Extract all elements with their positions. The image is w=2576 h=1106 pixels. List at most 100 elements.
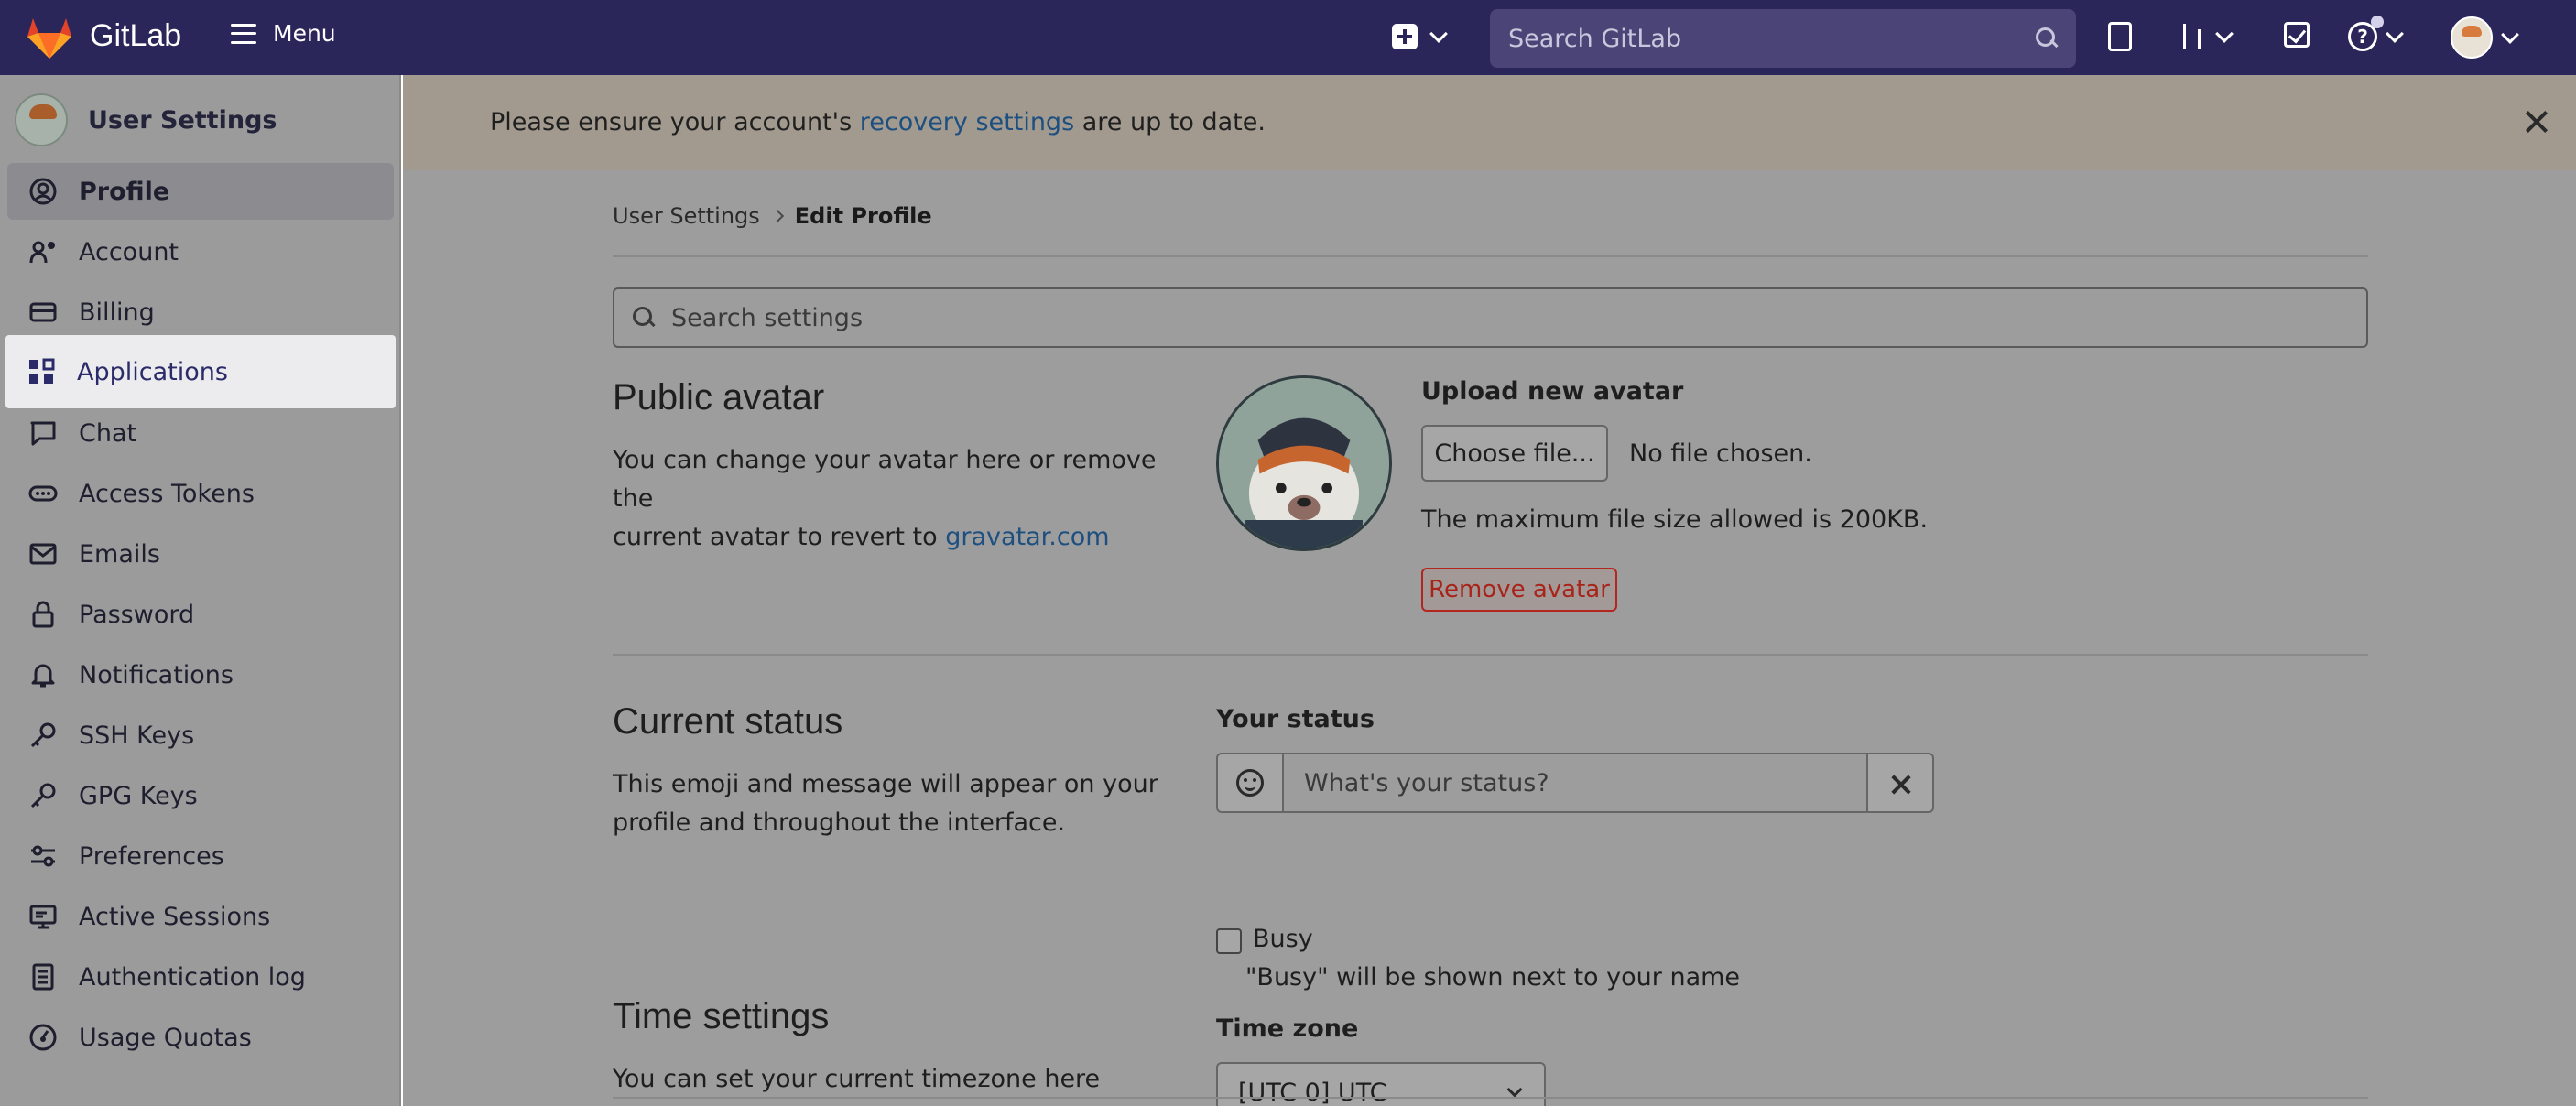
settings-search-box[interactable] xyxy=(613,287,2368,348)
chevron-down-icon xyxy=(2386,25,2404,43)
recovery-banner: Please ensure your account's recovery se… xyxy=(403,75,2576,170)
sidebar-item-label: Chat xyxy=(79,418,137,448)
global-search-box[interactable] xyxy=(1490,9,2076,68)
issues-icon xyxy=(2108,22,2132,51)
sidebar-item-billing[interactable]: Billing xyxy=(7,284,394,341)
sidebar-item-emails[interactable]: Emails xyxy=(7,526,394,582)
banner-text-after: are up to date. xyxy=(1074,108,1266,136)
todos-button[interactable] xyxy=(2284,22,2310,48)
merge-request-icon xyxy=(2179,22,2207,51)
upload-avatar-label: Upload new avatar xyxy=(1421,377,1684,406)
smiley-icon xyxy=(1236,769,1264,797)
sidebar-item-label: Account xyxy=(79,237,179,266)
avatar-section-desc: You can change your avatar here or remov… xyxy=(613,441,1180,557)
chevron-down-icon xyxy=(2215,25,2234,43)
recovery-settings-link[interactable]: recovery settings xyxy=(860,108,1074,136)
avatar-section-title: Public avatar xyxy=(613,377,825,417)
key-icon xyxy=(27,780,59,811)
menu-button[interactable]: Menu xyxy=(231,20,336,47)
gravatar-link[interactable]: gravatar.com xyxy=(945,523,1109,551)
sidebar-header[interactable]: User Settings xyxy=(15,93,277,146)
clear-status-button[interactable] xyxy=(1868,753,1934,813)
banner-text: Please ensure your account's recovery se… xyxy=(490,108,1266,136)
token-icon xyxy=(27,478,59,509)
close-icon[interactable] xyxy=(2523,108,2550,136)
sidebar-item-preferences[interactable]: Preferences xyxy=(7,828,394,884)
sidebar-avatar xyxy=(15,93,68,146)
avatar-desc-line1: You can change your avatar here or remov… xyxy=(613,446,1157,513)
sidebar-item-usage-quotas[interactable]: Usage Quotas xyxy=(7,1009,394,1066)
sidebar-item-label: Emails xyxy=(79,539,160,569)
help-button[interactable]: ? xyxy=(2348,16,2404,51)
timezone-value: [UTC 0] UTC xyxy=(1238,1078,1387,1106)
sidebar-item-ssh-keys[interactable]: SSH Keys xyxy=(7,707,394,764)
sidebar-item-label: Password xyxy=(79,600,195,629)
divider xyxy=(613,654,2368,656)
preferences-icon xyxy=(27,840,59,872)
applications-icon xyxy=(26,356,57,387)
breadcrumb-parent[interactable]: User Settings xyxy=(613,203,760,229)
sidebar-item-applications[interactable]: Applications xyxy=(5,335,396,408)
sidebar-item-active-sessions[interactable]: Active Sessions xyxy=(7,888,394,945)
plus-icon xyxy=(1392,24,1418,49)
merge-requests-button[interactable] xyxy=(2179,22,2234,51)
brand-name[interactable]: GitLab xyxy=(90,18,181,54)
sidebar-item-label: Authentication log xyxy=(79,962,306,992)
log-icon xyxy=(27,961,59,992)
status-section-title: Current status xyxy=(613,701,843,742)
search-icon xyxy=(633,307,655,329)
chevron-down-icon xyxy=(1429,25,1448,43)
sidebar-item-notifications[interactable]: Notifications xyxy=(7,646,394,703)
hamburger-icon xyxy=(231,23,256,44)
sidebar-item-authentication-log[interactable]: Authentication log xyxy=(7,949,394,1005)
sidebar-item-profile[interactable]: Profile xyxy=(7,163,394,220)
sidebar-item-gpg-keys[interactable]: GPG Keys xyxy=(7,767,394,824)
sidebar-item-account[interactable]: Account xyxy=(7,223,394,280)
breadcrumb-current: Edit Profile xyxy=(794,203,932,229)
menu-label: Menu xyxy=(273,20,336,47)
lock-icon xyxy=(27,599,59,630)
sidebar-title: User Settings xyxy=(88,105,277,135)
mail-icon xyxy=(27,538,59,569)
busy-label: Busy xyxy=(1253,925,1313,953)
busy-help-text: "Busy" will be shown next to your name xyxy=(1245,963,1741,992)
user-avatar xyxy=(2451,16,2493,59)
time-section-desc: You can set your current timezone here xyxy=(613,1065,1101,1093)
current-avatar xyxy=(1216,375,1392,551)
global-search-input[interactable] xyxy=(1508,24,2036,53)
emoji-picker-button[interactable] xyxy=(1216,753,1282,813)
time-section-title: Time settings xyxy=(613,996,830,1036)
no-file-text: No file chosen. xyxy=(1629,439,1812,468)
main-content: Please ensure your account's recovery se… xyxy=(403,75,2576,1106)
key-icon xyxy=(27,720,59,751)
remove-avatar-button[interactable]: Remove avatar xyxy=(1421,568,1617,612)
busy-checkbox[interactable] xyxy=(1216,928,1242,954)
sidebar-item-label: Billing xyxy=(79,298,155,327)
settings-search-input[interactable] xyxy=(671,303,2366,332)
settings-sidebar: User Settings Profile Account Billing Ap… xyxy=(0,75,401,1106)
account-icon xyxy=(27,236,59,267)
user-menu-button[interactable] xyxy=(2451,16,2519,59)
gitlab-logo-icon[interactable] xyxy=(26,16,73,59)
sidebar-item-label: GPG Keys xyxy=(79,781,198,810)
sidebar-item-chat[interactable]: Chat xyxy=(7,405,394,461)
status-desc-line2: profile and throughout the interface. xyxy=(613,808,1066,837)
choose-file-button[interactable]: Choose file... xyxy=(1421,425,1608,482)
status-desc-line1: This emoji and message will appear on yo… xyxy=(613,770,1158,798)
your-status-label: Your status xyxy=(1216,705,1375,733)
avatar-desc-line2: current avatar to revert to xyxy=(613,523,946,551)
top-navbar: GitLab Menu ? xyxy=(0,0,2576,75)
chevron-right-icon xyxy=(770,209,784,223)
sidebar-item-password[interactable]: Password xyxy=(7,586,394,643)
timezone-select[interactable]: [UTC 0] UTC xyxy=(1216,1062,1546,1106)
issues-button[interactable] xyxy=(2108,22,2132,51)
billing-icon xyxy=(27,297,59,328)
search-icon xyxy=(2036,27,2058,49)
status-input-group xyxy=(1216,753,1940,813)
new-dropdown-button[interactable] xyxy=(1392,24,1448,49)
sidebar-item-access-tokens[interactable]: Access Tokens xyxy=(7,465,394,522)
max-size-text: The maximum file size allowed is 200KB. xyxy=(1421,505,1929,534)
chevron-down-icon xyxy=(1506,1081,1523,1098)
todo-icon xyxy=(2284,22,2310,48)
status-message-input[interactable] xyxy=(1282,753,1868,813)
